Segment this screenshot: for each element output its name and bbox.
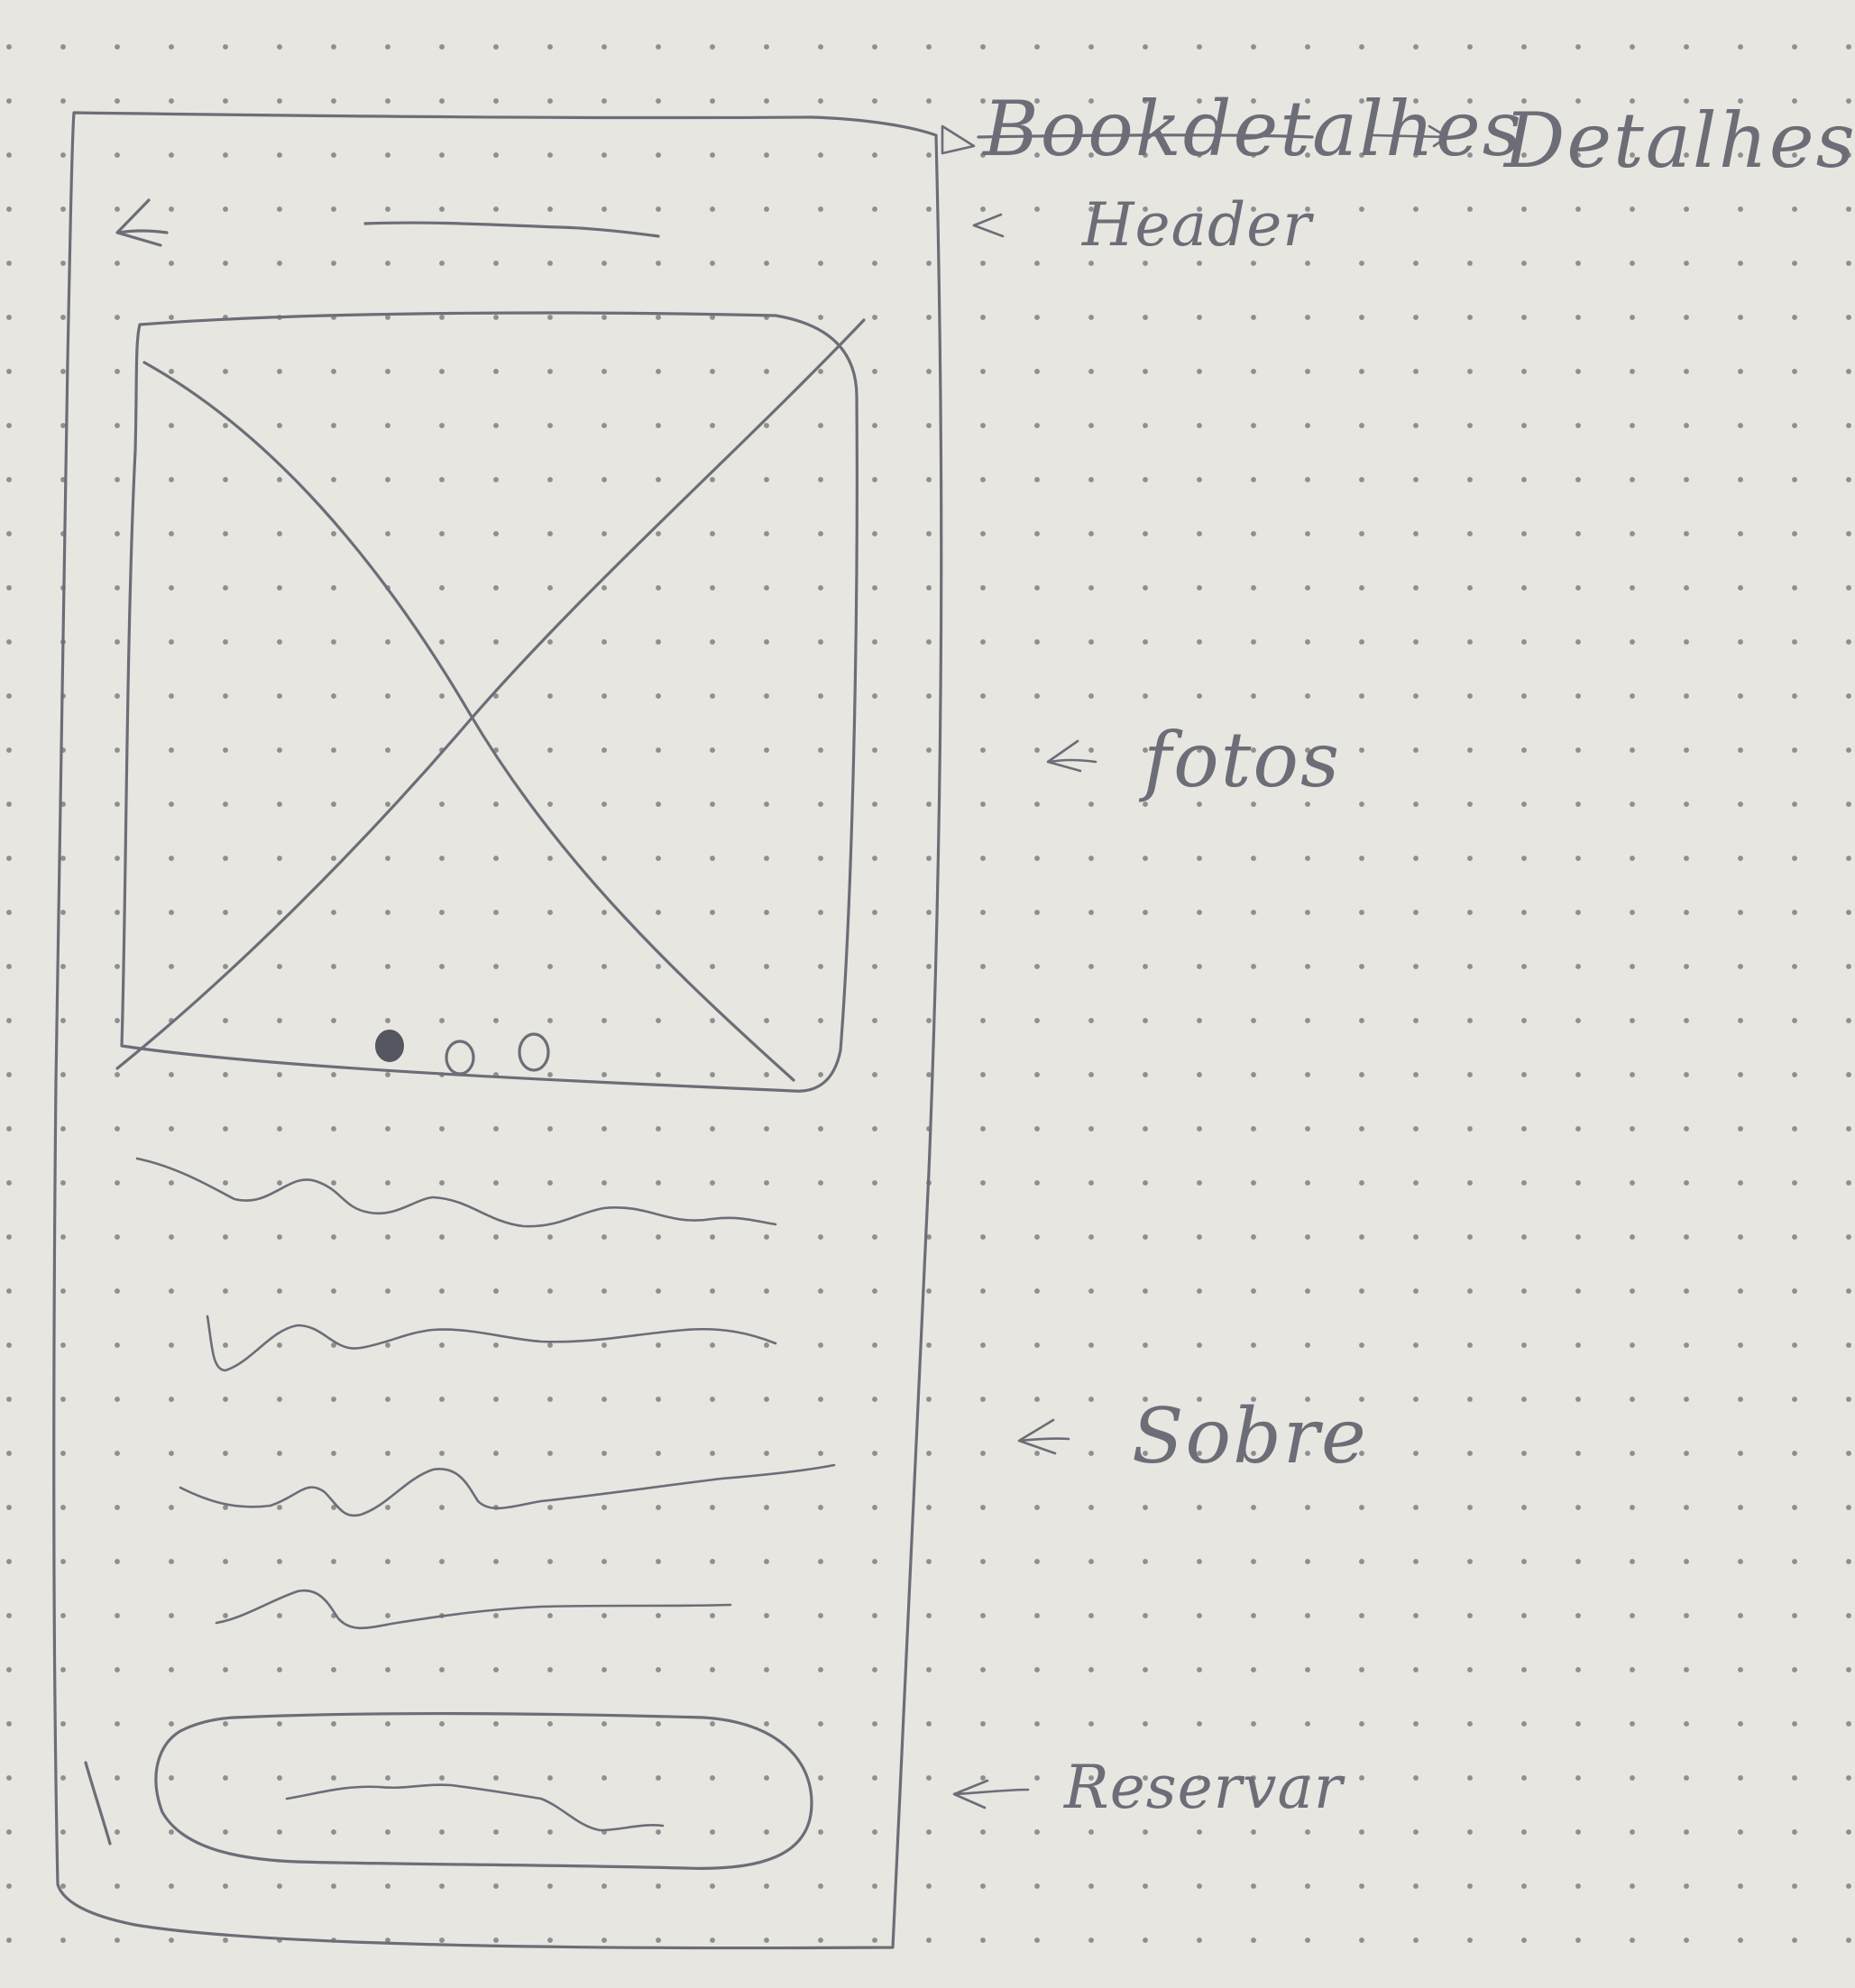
photos-label: fotos	[1138, 716, 1341, 804]
wireframe-sketch: Bookdetalhes Detalhes Header fotos Sobre…	[52, 85, 1855, 1950]
left-arrow-icon	[952, 1779, 1030, 1809]
photo-frame	[120, 311, 859, 1093]
pointer-arrow-icon	[941, 124, 976, 155]
back-arrow-icon[interactable]	[115, 198, 169, 247]
left-arrow-icon	[1046, 739, 1097, 773]
reserve-button-label-placeholder	[285, 1783, 665, 1832]
text-line	[215, 1589, 732, 1630]
annotation-about: Sobre	[1017, 1392, 1368, 1480]
reserve-label: Reservar	[1063, 1753, 1345, 1822]
pagination-dot[interactable]	[518, 1032, 550, 1072]
photo-carousel[interactable]	[115, 311, 866, 1093]
annotation-title: Bookdetalhes Detalhes	[941, 85, 1855, 185]
annotation-photos: fotos	[1046, 716, 1341, 804]
pagination-dots[interactable]	[375, 1030, 550, 1076]
header-bar	[115, 198, 660, 247]
about-text-block	[135, 1157, 836, 1630]
header-title-placeholder	[363, 221, 660, 238]
header-label: Header	[1081, 190, 1314, 260]
struck-title-label: Bookdetalhes	[981, 85, 1523, 173]
text-line	[135, 1157, 777, 1228]
pagination-dot[interactable]	[445, 1040, 475, 1076]
title-label: Detalhes	[1502, 96, 1855, 185]
reserve-button[interactable]	[84, 1711, 813, 1870]
text-line	[179, 1463, 836, 1517]
about-label: Sobre	[1132, 1392, 1368, 1480]
left-arrow-icon	[972, 213, 1005, 238]
reserve-button-shape	[154, 1711, 813, 1870]
annotation-reserve: Reservar	[952, 1753, 1345, 1822]
annotation-header: Header	[972, 190, 1314, 260]
left-arrow-icon	[1017, 1418, 1070, 1455]
pagination-dot-active[interactable]	[375, 1030, 404, 1062]
text-line	[206, 1315, 777, 1372]
